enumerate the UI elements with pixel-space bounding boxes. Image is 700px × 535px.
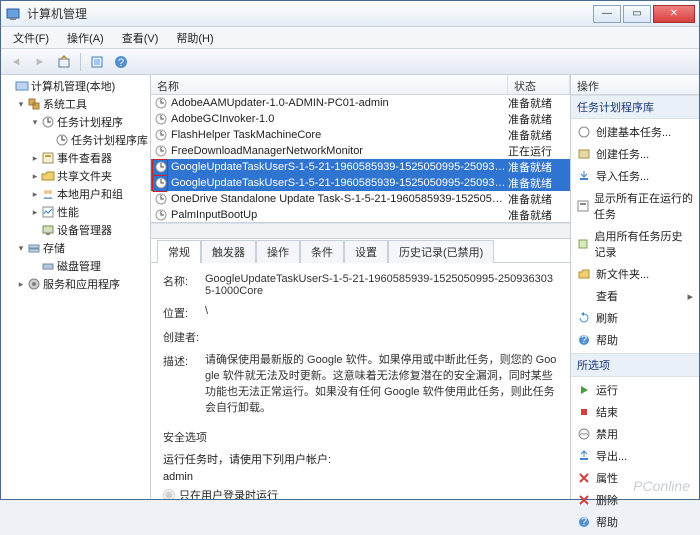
main-area: 计算机管理(本地) ▾系统工具 ▾任务计划程序 任务计划程序库 ▸事件查看器 ▸… — [1, 75, 699, 499]
action-end[interactable]: 结束 — [571, 401, 699, 423]
action-new-folder[interactable]: 新文件夹... — [571, 263, 699, 285]
menubar: 文件(F) 操作(A) 查看(V) 帮助(H) — [1, 27, 699, 49]
app-window: 计算机管理 — ▭ ✕ 文件(F) 操作(A) 查看(V) 帮助(H) ◄ ► … — [0, 0, 700, 500]
tab-settings[interactable]: 设置 — [344, 240, 388, 263]
action-import[interactable]: 导入任务... — [571, 165, 699, 187]
minimize-button[interactable]: — — [593, 5, 621, 23]
tree-local-users[interactable]: ▸本地用户和组 — [1, 185, 150, 203]
action-delete[interactable]: 删除 — [571, 489, 699, 511]
action-create-task[interactable]: 创建任务... — [571, 143, 699, 165]
tree-shared-folders[interactable]: ▸共享文件夹 — [1, 167, 150, 185]
security-line: 运行任务时，请使用下列用户帐户: — [163, 451, 558, 467]
actions-header: 操作 — [571, 75, 699, 95]
svg-text:?: ? — [581, 334, 587, 346]
task-row[interactable]: AdobeGCInvoker-1.0准备就绪 — [151, 111, 570, 127]
back-button[interactable]: ◄ — [5, 52, 27, 72]
menu-action[interactable]: 操作(A) — [59, 28, 112, 48]
menu-file[interactable]: 文件(F) — [5, 28, 57, 48]
task-row-selected[interactable]: GoogleUpdateTaskUserS-1-5-21-1960585939-… — [151, 175, 570, 191]
tree-task-scheduler[interactable]: ▾任务计划程序 — [1, 113, 150, 131]
action-view[interactable]: 查看▸ — [571, 285, 699, 307]
task-row-selected[interactable]: GoogleUpdateTaskUserS-1-5-21-1960585939-… — [151, 159, 570, 175]
window-title: 计算机管理 — [27, 5, 593, 22]
titlebar: 计算机管理 — ▭ ✕ — [1, 1, 699, 27]
tree-root[interactable]: 计算机管理(本地) — [1, 77, 150, 95]
loc-label: 位置: — [163, 305, 205, 321]
tab-history[interactable]: 历史记录(已禁用) — [388, 240, 494, 263]
tree-storage[interactable]: ▾存储 — [1, 239, 150, 257]
task-list[interactable]: AdobeAAMUpdater-1.0-ADMIN-PC01-admin准备就绪… — [151, 95, 570, 223]
tree-performance[interactable]: ▸性能 — [1, 203, 150, 221]
tree-system-tools[interactable]: ▾系统工具 — [1, 95, 150, 113]
col-status[interactable]: 状态 — [508, 75, 570, 94]
tab-general[interactable]: 常规 — [157, 240, 201, 263]
action-help-2[interactable]: ?帮助 — [571, 511, 699, 533]
svg-text:?: ? — [581, 516, 587, 528]
task-row[interactable]: PalmInputBootUp准备就绪 — [151, 207, 570, 223]
tab-triggers[interactable]: 触发器 — [201, 240, 256, 263]
action-enable-history[interactable]: 启用所有任务历史记录 — [571, 225, 699, 263]
action-properties[interactable]: 属性 — [571, 467, 699, 489]
tree-event-viewer[interactable]: ▸事件查看器 — [1, 149, 150, 167]
tab-actions[interactable]: 操作 — [256, 240, 300, 263]
actions-pane: 操作 任务计划程序库 创建基本任务... 创建任务... 导入任务... 显示所… — [571, 75, 699, 499]
tree-device-manager[interactable]: 设备管理器 — [1, 221, 150, 239]
task-row[interactable]: AdobeAAMUpdater-1.0-ADMIN-PC01-admin准备就绪 — [151, 95, 570, 111]
tree-task-library[interactable]: 任务计划程序库 — [1, 131, 150, 149]
security-section: 安全选项 — [163, 429, 558, 445]
app-icon — [5, 6, 21, 22]
action-export[interactable]: 导出... — [571, 445, 699, 467]
loc-value: \ — [205, 305, 558, 321]
action-create-basic[interactable]: 创建基本任务... — [571, 121, 699, 143]
toolbar: ◄ ► ? — [1, 49, 699, 75]
menu-view[interactable]: 查看(V) — [114, 28, 167, 48]
name-label: 名称: — [163, 273, 205, 297]
detail-pane: 常规 触发器 操作 条件 设置 历史记录(已禁用) 名称:GoogleUpdat… — [151, 238, 570, 499]
task-row[interactable]: FreeDownloadManagerNetworkMonitor正在运行 — [151, 143, 570, 159]
tab-conditions[interactable]: 条件 — [300, 240, 344, 263]
run-only-logged-checkbox[interactable]: 只在用户登录时运行 — [163, 487, 558, 499]
action-disable[interactable]: 禁用 — [571, 423, 699, 445]
task-row[interactable]: OneDrive Standalone Update Task-S-1-5-21… — [151, 191, 570, 207]
maximize-button[interactable]: ▭ — [623, 5, 651, 23]
desc-label: 描述: — [163, 353, 205, 417]
action-show-running[interactable]: 显示所有正在运行的任务 — [571, 187, 699, 225]
tree-disk-mgmt[interactable]: 磁盘管理 — [1, 257, 150, 275]
author-label: 创建者: — [163, 329, 205, 345]
close-button[interactable]: ✕ — [653, 5, 695, 23]
menu-help[interactable]: 帮助(H) — [168, 28, 221, 48]
forward-button[interactable]: ► — [29, 52, 51, 72]
center-pane: 名称 状态 AdobeAAMUpdater-1.0-ADMIN-PC01-adm… — [151, 75, 571, 499]
desc-value: 请确保使用最新版的 Google 软件。如果停用或中断此任务，则您的 Googl… — [205, 353, 558, 417]
col-name[interactable]: 名称 — [151, 75, 508, 94]
actions-group-selected: 所选项 — [571, 353, 699, 377]
detail-tabs: 常规 触发器 操作 条件 设置 历史记录(已禁用) — [151, 239, 570, 263]
list-header: 名称 状态 — [151, 75, 570, 95]
up-button[interactable] — [53, 52, 75, 72]
action-run[interactable]: 运行 — [571, 379, 699, 401]
action-refresh[interactable]: 刷新 — [571, 307, 699, 329]
refresh-button[interactable] — [86, 52, 108, 72]
tab-body: 名称:GoogleUpdateTaskUserS-1-5-21-19605859… — [151, 263, 570, 499]
list-hscrollbar[interactable] — [151, 223, 570, 238]
security-user: admin — [163, 471, 558, 483]
svg-text:?: ? — [118, 57, 124, 69]
name-value: GoogleUpdateTaskUserS-1-5-21-1960585939-… — [205, 273, 558, 297]
author-value — [205, 329, 558, 345]
action-help[interactable]: ?帮助 — [571, 329, 699, 351]
help-button[interactable]: ? — [110, 52, 132, 72]
tree-services[interactable]: ▸服务和应用程序 — [1, 275, 150, 293]
nav-tree[interactable]: 计算机管理(本地) ▾系统工具 ▾任务计划程序 任务计划程序库 ▸事件查看器 ▸… — [1, 75, 151, 499]
actions-group-library: 任务计划程序库 — [571, 95, 699, 119]
task-row[interactable]: FlashHelper TaskMachineCore准备就绪 — [151, 127, 570, 143]
